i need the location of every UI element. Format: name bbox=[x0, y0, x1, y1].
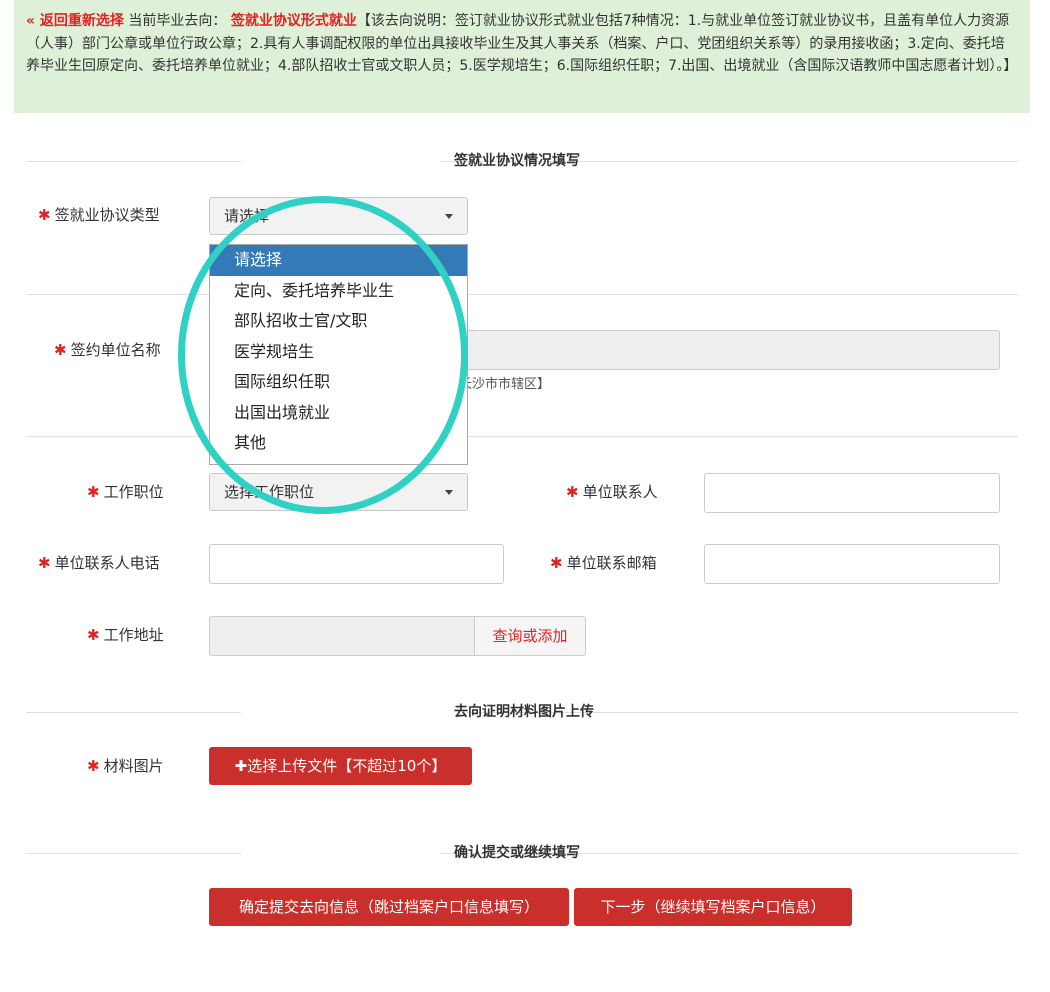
address-search-button[interactable]: 查询或添加 bbox=[475, 616, 586, 656]
dropdown-option[interactable]: 出国出境就业 bbox=[210, 398, 467, 429]
contact-phone-label-text: 单位联系人电话 bbox=[54, 554, 160, 572]
contact-email-label-text: 单位联系邮箱 bbox=[566, 554, 657, 572]
destination-notice: « 返回重新选择 当前毕业去向： 签就业协议形式就业【该去向说明：签订就业协议形… bbox=[14, 0, 1030, 113]
required-mark: ✱ bbox=[566, 483, 579, 501]
dropdown-option[interactable]: 定向、委托培养毕业生 bbox=[210, 276, 467, 307]
current-destination: 签就业协议形式就业 bbox=[230, 13, 357, 29]
address-input[interactable] bbox=[209, 616, 475, 656]
address-label-text: 工作地址 bbox=[103, 626, 164, 644]
material-label-text: 材料图片 bbox=[103, 757, 164, 775]
required-mark: ✱ bbox=[87, 483, 100, 501]
section-title-text: 签就业协议情况填写 bbox=[454, 153, 580, 169]
required-mark: ✱ bbox=[38, 206, 51, 224]
agreement-type-label: ✱ 签就业协议类型 bbox=[38, 205, 160, 225]
dropdown-option[interactable]: 医学规培生 bbox=[210, 337, 467, 368]
position-label-text: 工作职位 bbox=[103, 483, 164, 501]
contact-email-input[interactable] bbox=[704, 544, 1000, 584]
section-title-text: 去向证明材料图片上传 bbox=[454, 704, 594, 720]
submit-skip-button[interactable]: 确定提交去向信息（跳过档案户口信息填写） bbox=[209, 888, 569, 926]
contact-email-label: ✱ 单位联系邮箱 bbox=[550, 553, 657, 573]
required-mark: ✱ bbox=[550, 554, 563, 572]
required-mark: ✱ bbox=[87, 757, 100, 775]
position-select[interactable]: 选择工作职位 bbox=[209, 473, 468, 511]
divider bbox=[26, 294, 1018, 295]
dropdown-option[interactable]: 国际组织任职 bbox=[210, 367, 467, 398]
contact-phone-label: ✱ 单位联系人电话 bbox=[38, 553, 160, 573]
position-value: 选择工作职位 bbox=[224, 483, 315, 501]
required-mark: ✱ bbox=[87, 626, 100, 644]
contact-label: ✱ 单位联系人 bbox=[566, 482, 658, 502]
section-title-agreement: 签就业协议情况填写 bbox=[26, 151, 1018, 171]
unit-name-hint: 长沙市市辖区】 bbox=[459, 377, 551, 392]
unit-name-label-text: 签约单位名称 bbox=[70, 341, 161, 359]
agreement-type-dropdown: 请选择 定向、委托培养毕业生 部队招收士官/文职 医学规培生 国际组织任职 出国… bbox=[209, 244, 468, 465]
section-title-text: 确认提交或继续填写 bbox=[454, 845, 580, 861]
agreement-type-select[interactable]: 请选择 bbox=[209, 197, 468, 235]
chevron-down-icon bbox=[445, 214, 453, 219]
chevron-down-icon bbox=[445, 490, 453, 495]
contact-phone-input[interactable] bbox=[209, 544, 504, 584]
contact-input[interactable] bbox=[704, 473, 1000, 513]
dropdown-option[interactable]: 部队招收士官/文职 bbox=[210, 306, 467, 337]
required-mark: ✱ bbox=[38, 554, 51, 572]
address-label: ✱ 工作地址 bbox=[87, 625, 164, 645]
contact-label-text: 单位联系人 bbox=[582, 483, 658, 501]
unit-name-label: ✱ 签约单位名称 bbox=[54, 340, 161, 360]
agreement-type-label-text: 签就业协议类型 bbox=[54, 206, 160, 224]
dropdown-option[interactable]: 请选择 bbox=[210, 245, 467, 276]
divider bbox=[26, 436, 1018, 437]
current-destination-prefix: 当前毕业去向： bbox=[123, 13, 227, 29]
agreement-type-value: 请选择 bbox=[224, 207, 270, 225]
upload-file-button[interactable]: ✚选择上传文件【不超过10个】 bbox=[209, 747, 472, 785]
section-title-upload: 去向证明材料图片上传 bbox=[26, 702, 1018, 722]
section-title-confirm: 确认提交或继续填写 bbox=[26, 843, 1018, 863]
next-step-button[interactable]: 下一步（继续填写档案户口信息） bbox=[574, 888, 852, 926]
dropdown-option[interactable]: 其他 bbox=[210, 428, 467, 459]
material-label: ✱ 材料图片 bbox=[87, 756, 164, 776]
required-mark: ✱ bbox=[54, 341, 67, 359]
back-reselect-link[interactable]: « 返回重新选择 bbox=[26, 13, 124, 29]
position-label: ✱ 工作职位 bbox=[87, 482, 164, 502]
